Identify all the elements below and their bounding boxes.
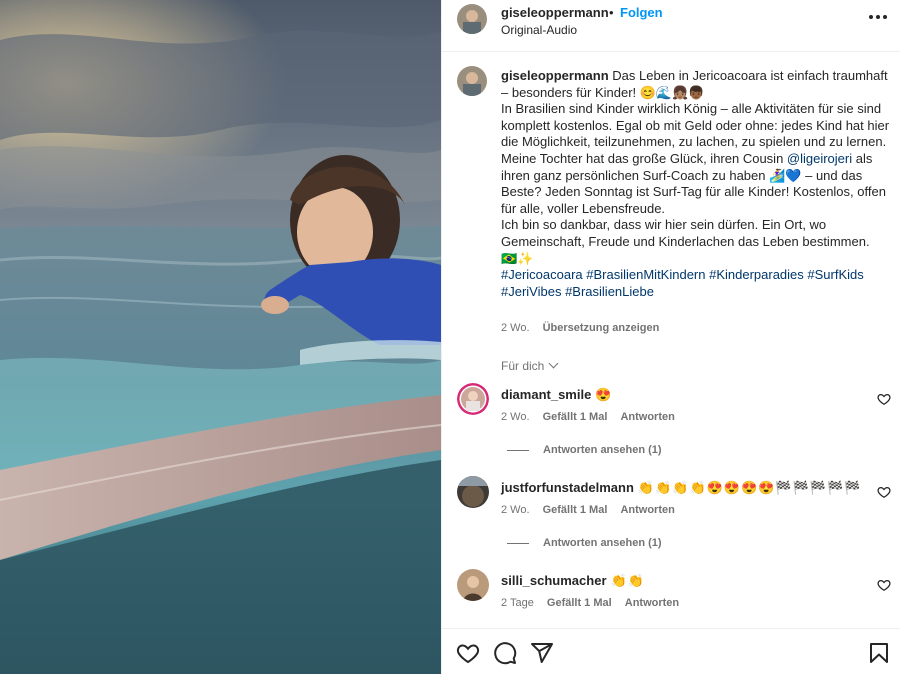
post-header: giseleoppermann • Folgen Original-Audio [442, 0, 900, 52]
view-replies-button[interactable]: Antworten ansehen (1) [507, 444, 662, 456]
comment-likes[interactable]: Gefällt 1 Mal [547, 597, 612, 609]
author-username[interactable]: giseleoppermann [501, 5, 609, 20]
reply-divider [507, 449, 529, 451]
separator-dot: • [609, 5, 614, 20]
reply-button[interactable]: Antworten [620, 411, 674, 423]
follow-button[interactable]: Folgen [620, 5, 663, 20]
comment-likes[interactable]: Gefällt 1 Mal [543, 411, 608, 423]
heart-icon[interactable] [456, 641, 480, 665]
caption-text: giseleoppermann Das Leben in Jericoacoar… [501, 68, 891, 300]
post-media[interactable] [0, 0, 441, 674]
reply-button[interactable]: Antworten [625, 597, 679, 609]
caption-mention-link[interactable]: @ligeirojeri [787, 151, 852, 166]
comment-heart-icon[interactable] [877, 578, 891, 592]
caption-time[interactable]: 2 Wo. [501, 322, 530, 334]
commenter-avatar[interactable] [457, 476, 489, 508]
share-icon[interactable] [530, 641, 554, 665]
comment-username[interactable]: silli_schumacher [501, 573, 607, 588]
for-you-label: Für dich [501, 359, 545, 373]
reply-button[interactable]: Antworten [620, 504, 674, 516]
caption-meta: 2 Wo. Übersetzung anzeigen [501, 322, 659, 334]
view-replies-label: Antworten ansehen (1) [543, 537, 662, 549]
author-avatar[interactable] [457, 4, 487, 34]
view-replies-button[interactable]: Antworten ansehen (1) [507, 537, 662, 549]
view-replies-label: Antworten ansehen (1) [543, 444, 662, 456]
caption-author-avatar[interactable] [457, 66, 487, 96]
comment-heart-icon[interactable] [877, 485, 891, 499]
commenter-avatar[interactable] [457, 569, 489, 601]
chevron-down-icon [548, 358, 559, 369]
caption-line-5: 🇧🇷✨ [501, 250, 534, 266]
comment-text: 😍 [595, 387, 613, 402]
comment-likes[interactable]: Gefällt 1 Mal [543, 504, 608, 516]
comment-text: 👏👏👏👏😍😍😍😍🏁🏁🏁🏁🏁 [637, 480, 862, 495]
action-bar [442, 628, 900, 674]
comment-username[interactable]: diamant_smile [501, 387, 591, 402]
more-horizontal-icon[interactable] [866, 8, 890, 26]
comment-icon[interactable] [493, 641, 517, 665]
comment-time[interactable]: 2 Wo. [501, 504, 530, 516]
comment-time[interactable]: 2 Tage [501, 597, 534, 609]
commenter-avatar[interactable] [457, 383, 489, 415]
caption-line-4: Ich bin so dankbar, dass wir hier sein d… [501, 217, 870, 249]
for-you-filter[interactable]: Für dich [501, 358, 559, 373]
comment-username[interactable]: justforfunstadelmann [501, 480, 634, 495]
reply-divider [507, 542, 529, 544]
comment-heart-icon[interactable] [877, 392, 891, 406]
bookmark-icon[interactable] [867, 641, 891, 665]
caption-hashtags[interactable]: #Jericoacoara #BrasilienMitKindern #Kind… [501, 267, 864, 299]
comment-time[interactable]: 2 Wo. [501, 411, 530, 423]
caption-username[interactable]: giseleoppermann [501, 68, 609, 83]
surf-photo [0, 0, 441, 674]
caption-line-3a: Meine Tochter hat das große Glück, ihren… [501, 150, 787, 166]
translate-button[interactable]: Übersetzung anzeigen [543, 322, 660, 334]
caption-line-2: In Brasilien sind Kinder wirklich König … [501, 101, 890, 150]
post-side-panel: giseleoppermann • Folgen Original-Audio … [441, 0, 900, 674]
comment-text: 👏👏 [610, 573, 645, 588]
audio-label[interactable]: Original-Audio [501, 23, 577, 37]
